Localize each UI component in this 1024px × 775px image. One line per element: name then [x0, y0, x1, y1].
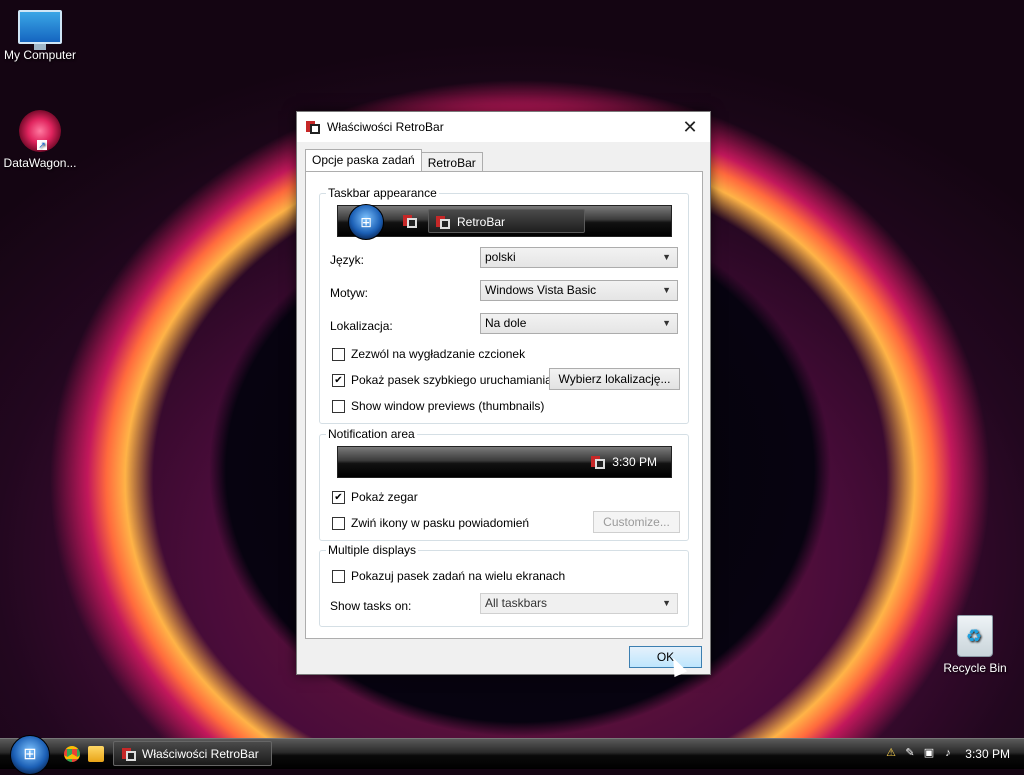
- dialog-titlebar[interactable]: Właściwości RetroBar ✕: [297, 112, 710, 142]
- location-value: Na dole: [485, 316, 527, 330]
- retrobar-app-icon: [306, 121, 320, 134]
- chevron-down-icon: ▼: [662, 285, 671, 295]
- theme-value: Windows Vista Basic: [485, 283, 597, 297]
- multi-display-checkbox[interactable]: Pokazuj pasek zadań na wielu ekranach: [332, 569, 565, 583]
- language-label: Język:: [330, 253, 365, 267]
- show-clock-checkbox[interactable]: ✔ Pokaż zegar: [332, 490, 418, 504]
- desktop-icon-label: DataWagon...: [3, 156, 77, 170]
- close-button[interactable]: ✕: [670, 112, 710, 142]
- desktop-icon-my-computer[interactable]: My Computer: [0, 10, 80, 62]
- taskbar-preview: ⊞ RetroBar: [337, 204, 672, 240]
- tab-taskbar-options[interactable]: Opcje paska zadań: [305, 149, 422, 171]
- tab-retrobar[interactable]: RetroBar: [420, 152, 483, 172]
- font-smoothing-label: Zezwól na wygładzanie czcionek: [351, 347, 526, 361]
- customize-button[interactable]: Customize...: [593, 511, 680, 533]
- network-icon[interactable]: ▣: [922, 746, 936, 760]
- retrobar-tray-icon: [591, 456, 605, 469]
- taskbar-window-label: Właściwości RetroBar: [142, 747, 259, 761]
- choose-location-button[interactable]: Wybierz lokalizację...: [549, 368, 680, 390]
- group-legend: Multiple displays: [326, 543, 419, 557]
- tab-panel: Taskbar appearance ⊞ RetroBar Język: pol…: [305, 171, 703, 639]
- notification-preview: 3:30 PM: [337, 446, 672, 478]
- group-legend: Notification area: [326, 427, 417, 441]
- taskbar: ⊞ Właściwości RetroBar ⚠ ✎ ▣ ♪ 3:30 PM: [0, 735, 1024, 775]
- checkbox-box: [332, 399, 345, 413]
- language-value: polski: [485, 250, 516, 264]
- retrobar-app-icon: [122, 748, 136, 761]
- desktop-icon-label: My Computer: [3, 48, 77, 62]
- computer-icon: [18, 10, 62, 50]
- security-warning-icon[interactable]: ⚠: [884, 746, 898, 760]
- start-orb-icon: ⊞: [348, 204, 384, 240]
- ok-button[interactable]: OK: [629, 646, 702, 668]
- multiple-displays-group: Multiple displays Pokazuj pasek zadań na…: [319, 543, 689, 627]
- taskbar-clock[interactable]: 3:30 PM: [965, 739, 1010, 769]
- font-smoothing-checkbox[interactable]: Zezwól na wygładzanie czcionek: [332, 347, 525, 361]
- language-select[interactable]: polski ▼: [480, 247, 678, 268]
- show-tasks-label: Show tasks on:: [330, 599, 412, 613]
- chevron-down-icon: ▼: [662, 598, 671, 608]
- preview-task-label: RetroBar: [457, 215, 506, 229]
- properties-dialog: Właściwości RetroBar ✕ Opcje paska zadań…: [296, 111, 711, 675]
- theme-label: Motyw:: [330, 286, 369, 300]
- tab-strip: Opcje paska zadań RetroBar: [305, 149, 483, 172]
- start-button[interactable]: ⊞: [10, 735, 50, 775]
- group-legend: Taskbar appearance: [326, 186, 439, 200]
- checkbox-box: [332, 516, 345, 530]
- desktop-icon-datawagon[interactable]: ↗ DataWagon...: [0, 110, 80, 170]
- desktop-icon-recycle-bin[interactable]: ♻ Recycle Bin: [935, 615, 1015, 675]
- pen-icon[interactable]: ✎: [903, 746, 917, 760]
- file-explorer-icon[interactable]: [88, 746, 104, 762]
- checkbox-box: [332, 569, 345, 583]
- preview-task-button: RetroBar: [428, 209, 585, 233]
- location-label: Lokalizacja:: [330, 319, 393, 333]
- multi-display-label: Pokazuj pasek zadań na wielu ekranach: [351, 569, 566, 583]
- taskbar-window-button[interactable]: Właściwości RetroBar: [113, 741, 272, 766]
- dialog-title: Właściwości RetroBar: [327, 120, 444, 134]
- quick-launch-checkbox[interactable]: ✔ Pokaż pasek szybkiego uruchamiania: [332, 373, 552, 387]
- retrobar-app-icon: [403, 215, 417, 228]
- chrome-icon[interactable]: [64, 746, 80, 762]
- chevron-down-icon: ▼: [662, 252, 671, 262]
- quick-launch-label: Pokaż pasek szybkiego uruchamiania: [351, 373, 552, 387]
- close-icon: ✕: [682, 117, 698, 137]
- taskbar-appearance-group: Taskbar appearance ⊞ RetroBar Język: pol…: [319, 186, 689, 424]
- location-select[interactable]: Na dole ▼: [480, 313, 678, 334]
- datawagon-logo-icon: ↗: [19, 110, 61, 152]
- collapse-icons-label: Zwiń ikony w pasku powiadomień: [351, 516, 530, 530]
- thumbnails-label: Show window previews (thumbnails): [351, 399, 545, 413]
- thumbnails-checkbox[interactable]: Show window previews (thumbnails): [332, 399, 544, 413]
- retrobar-app-icon: [436, 216, 450, 229]
- checkmark-icon: ✔: [332, 373, 345, 387]
- collapse-icons-checkbox[interactable]: Zwiń ikony w pasku powiadomień: [332, 516, 529, 530]
- recycle-bin-icon: ♻: [957, 615, 993, 657]
- show-clock-label: Pokaż zegar: [351, 490, 418, 504]
- checkmark-icon: ✔: [332, 490, 345, 504]
- show-tasks-value: All taskbars: [485, 596, 548, 610]
- theme-select[interactable]: Windows Vista Basic ▼: [480, 280, 678, 301]
- notification-area-group: Notification area 3:30 PM ✔ Pokaż zegar …: [319, 427, 689, 541]
- checkbox-box: [332, 347, 345, 361]
- shortcut-arrow-icon: ↗: [37, 140, 47, 150]
- desktop-icon-label: Recycle Bin: [943, 661, 1007, 675]
- show-tasks-select[interactable]: All taskbars ▼: [480, 593, 678, 614]
- preview-clock: 3:30 PM: [612, 455, 657, 469]
- chevron-down-icon: ▼: [662, 318, 671, 328]
- volume-icon[interactable]: ♪: [941, 746, 955, 760]
